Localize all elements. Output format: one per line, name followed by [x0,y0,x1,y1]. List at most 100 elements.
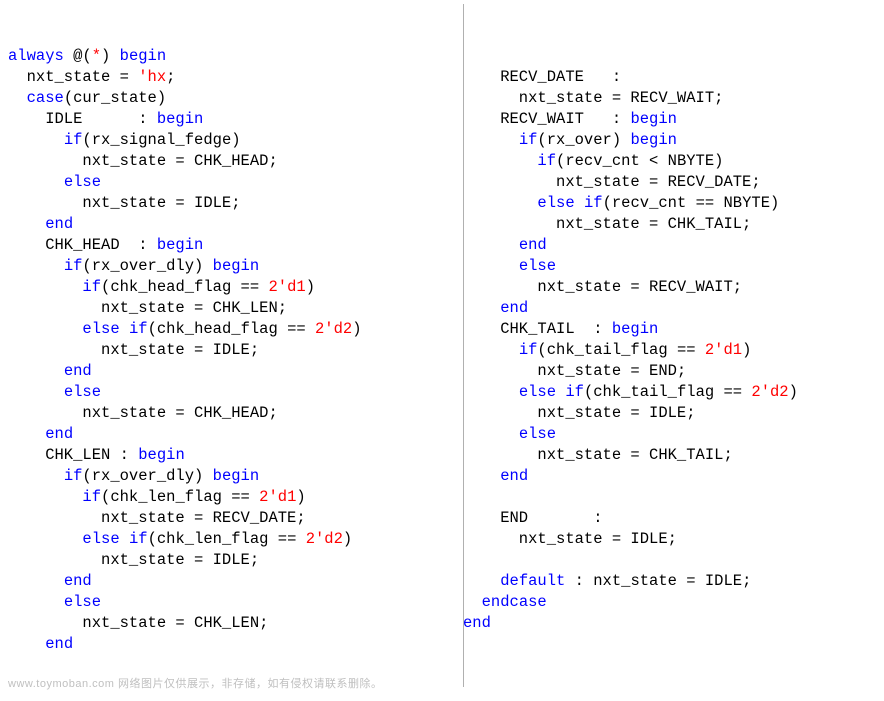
code-line: nxt_state = 'hx; [8,67,453,88]
code-text [8,320,82,338]
code-text: (chk_len_flag == [101,488,259,506]
keyword: endcase [482,593,547,611]
code-text [463,593,482,611]
code-text: CHK_LEN : [8,446,138,464]
code-line: nxt_state = RECV_DATE; [8,508,453,529]
code-text: nxt_state = IDLE; [463,404,696,422]
code-column-right: RECV_DATE : nxt_state = RECV_WAIT; RECV_… [463,4,876,697]
code-text: nxt_state = [8,68,138,86]
code-block-left: always @(*) begin nxt_state = 'hx; case(… [8,46,453,655]
code-line: nxt_state = CHK_LEN; [8,613,453,634]
keyword: end [519,236,547,254]
code-text [8,362,64,380]
code-line: CHK_LEN : begin [8,445,453,466]
code-text [8,488,82,506]
code-text: (chk_len_flag == [148,530,306,548]
code-text: nxt_state = IDLE; [463,530,677,548]
code-text [8,131,64,149]
code-text: (rx_over_dly) [82,467,212,485]
code-column-left: always @(*) begin nxt_state = 'hx; case(… [8,4,463,697]
code-text [8,593,64,611]
code-line: IDLE : begin [8,109,453,130]
code-line: if(rx_over_dly) begin [8,256,453,277]
code-text [463,383,519,401]
code-text: ) [306,278,315,296]
code-text [8,635,45,653]
code-text: nxt_state = IDLE; [8,341,259,359]
keyword: else [64,173,101,191]
code-text: nxt_state = CHK_HEAD; [8,404,278,422]
number-literal: 2'd1 [259,488,296,506]
keyword: if [82,488,101,506]
code-text: ) [789,383,798,401]
code-line: default : nxt_state = IDLE; [463,571,876,592]
code-text: nxt_state = CHK_LEN; [8,299,287,317]
code-text [8,215,45,233]
code-line: endcase [463,592,876,613]
code-text: : nxt_state = IDLE; [565,572,751,590]
code-line: if(recv_cnt < NBYTE) [463,151,876,172]
code-line: nxt_state = IDLE; [8,340,453,361]
code-text: IDLE : [8,110,157,128]
keyword: begin [157,110,204,128]
code-line: RECV_WAIT : begin [463,109,876,130]
keyword: begin [120,47,167,65]
code-line: else if(chk_len_flag == 2'd2) [8,529,453,550]
keyword: else [64,593,101,611]
keyword: end [64,572,92,590]
code-line: CHK_TAIL : begin [463,319,876,340]
code-line: end [8,424,453,445]
code-line: end [463,298,876,319]
code-block-right: RECV_DATE : nxt_state = RECV_WAIT; RECV_… [463,67,876,634]
code-text: nxt_state = RECV_WAIT; [463,278,742,296]
code-line: if(chk_tail_flag == 2'd1) [463,340,876,361]
code-text: nxt_state = END; [463,362,686,380]
code-text: ; [166,68,175,86]
code-line: if(rx_over_dly) begin [8,466,453,487]
keyword: end [45,215,73,233]
code-text: (rx_over_dly) [82,257,212,275]
code-text: nxt_state = IDLE; [8,194,241,212]
code-text: (recv_cnt == NBYTE) [603,194,780,212]
keyword: begin [213,467,260,485]
code-line: nxt_state = CHK_HEAD; [8,151,453,172]
code-text: CHK_TAIL : [463,320,612,338]
code-line: else if(chk_head_flag == 2'd2) [8,319,453,340]
code-line: nxt_state = RECV_WAIT; [463,277,876,298]
code-text: RECV_WAIT : [463,110,630,128]
code-text: nxt_state = CHK_HEAD; [8,152,278,170]
code-text: (chk_tail_flag == [537,341,704,359]
column-divider [463,4,464,687]
code-line: end [8,634,453,655]
keyword: begin [157,236,204,254]
code-line: else [8,382,453,403]
code-text [8,425,45,443]
code-text [8,530,82,548]
code-text: (chk_head_flag == [101,278,268,296]
keyword: if [537,152,556,170]
number-literal: 2'd1 [268,278,305,296]
code-line: nxt_state = RECV_DATE; [463,172,876,193]
code-text: nxt_state = CHK_TAIL; [463,446,733,464]
code-line: else [8,592,453,613]
code-text [8,572,64,590]
keyword: if [129,320,148,338]
code-text: (chk_tail_flag == [584,383,751,401]
number-literal: 'hx [138,68,166,86]
keyword: if [129,530,148,548]
code-text [463,299,500,317]
code-line [463,550,876,571]
keyword: begin [612,320,659,338]
code-line: RECV_DATE : [463,67,876,88]
keyword: if [64,467,83,485]
keyword: if [565,383,584,401]
keyword: end [45,425,73,443]
code-text: @( [64,47,92,65]
keyword: if [82,278,101,296]
keyword: else [82,320,119,338]
code-text [463,131,519,149]
code-text [8,278,82,296]
keyword: if [519,131,538,149]
code-line: if(rx_signal_fedge) [8,130,453,151]
code-line: else [8,172,453,193]
